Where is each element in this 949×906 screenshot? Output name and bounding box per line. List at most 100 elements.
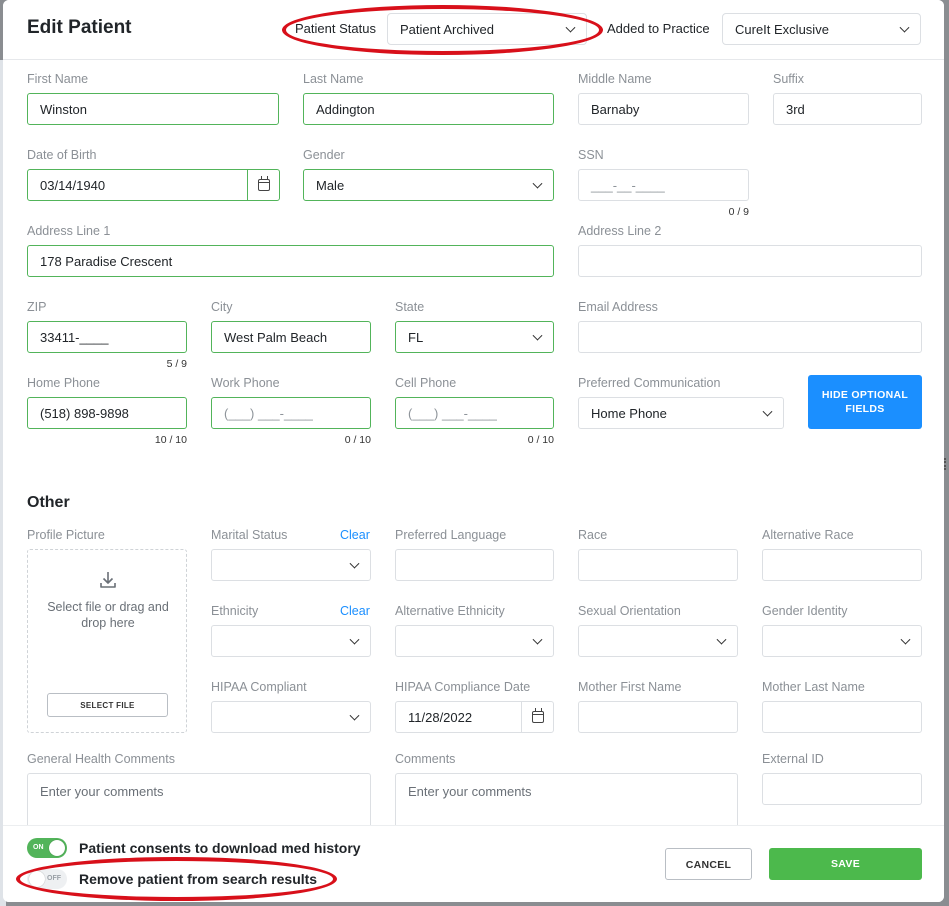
calendar-icon xyxy=(257,176,270,191)
state-select[interactable]: FL xyxy=(395,321,554,353)
ethnicity-clear-link[interactable]: Clear xyxy=(340,604,370,618)
toggle-knob xyxy=(49,840,65,856)
hipaa-compliant-label: HIPAA Compliant xyxy=(211,680,307,694)
ethnicity-label: Ethnicity xyxy=(211,604,259,618)
zip-counter: 5 / 9 xyxy=(166,358,187,370)
chevron-down-icon xyxy=(716,634,727,645)
marital-status-select[interactable] xyxy=(211,549,371,581)
hipaa-date-input[interactable]: 11/28/2022 xyxy=(395,701,554,733)
remove-from-search-toggle[interactable]: OFF xyxy=(27,869,67,889)
chevron-down-icon xyxy=(532,330,543,341)
pref-comm-value: Home Phone xyxy=(591,406,667,421)
suffix-label: Suffix xyxy=(773,72,805,86)
middle-name-label: Middle Name xyxy=(578,72,652,86)
marital-status-clear-link[interactable]: Clear xyxy=(340,528,370,542)
address2-label: Address Line 2 xyxy=(578,224,662,238)
ssn-label: SSN xyxy=(578,148,604,162)
pref-comm-label: Preferred Communication xyxy=(578,376,721,390)
cancel-button[interactable]: CANCEL xyxy=(665,848,752,880)
dob-value: 03/14/1940 xyxy=(40,178,106,193)
ssn-input[interactable]: ___-__-____ xyxy=(578,169,749,201)
comments-textarea[interactable]: Enter your comments xyxy=(395,773,738,833)
city-label: City xyxy=(211,300,233,314)
chevron-down-icon xyxy=(762,406,773,417)
chevron-down-icon xyxy=(532,634,543,645)
calendar-button[interactable] xyxy=(247,170,279,200)
zip-label: ZIP xyxy=(27,300,47,314)
added-to-practice-value: CureIt Exclusive xyxy=(735,22,829,37)
home-phone-input[interactable]: (518) 898-9898 xyxy=(27,397,187,429)
alternative-race-input[interactable] xyxy=(762,549,922,581)
mother-first-name-input[interactable] xyxy=(578,701,738,733)
alternative-ethnicity-select[interactable] xyxy=(395,625,554,657)
work-phone-input[interactable]: (___) ___-____ xyxy=(211,397,371,429)
state-value: FL xyxy=(408,330,424,345)
save-button[interactable]: SAVE xyxy=(769,848,922,880)
state-label: State xyxy=(395,300,425,314)
zip-input[interactable]: 33411-____ xyxy=(27,321,187,353)
preferred-language-label: Preferred Language xyxy=(395,528,507,542)
email-input[interactable] xyxy=(578,321,922,353)
address1-label: Address Line 1 xyxy=(27,224,111,238)
cell-phone-input[interactable]: (___) ___-____ xyxy=(395,397,554,429)
work-phone-label: Work Phone xyxy=(211,376,280,390)
comments-label: Comments xyxy=(395,752,456,766)
gender-select[interactable]: Male xyxy=(303,169,554,201)
preferred-language-input[interactable] xyxy=(395,549,554,581)
added-to-practice-select[interactable]: CureIt Exclusive xyxy=(722,13,921,45)
patient-status-select[interactable]: Patient Archived xyxy=(387,13,587,45)
hipaa-date-value: 11/28/2022 xyxy=(408,710,473,725)
chevron-down-icon xyxy=(900,634,911,645)
mother-last-name-input[interactable] xyxy=(762,701,922,733)
ssn-counter: 0 / 9 xyxy=(728,206,749,218)
address1-input[interactable]: 178 Paradise Crescent xyxy=(27,245,554,277)
download-icon xyxy=(100,572,116,588)
profile-picture-dropzone[interactable]: Select file or drag and drop here SELECT… xyxy=(27,549,187,733)
chevron-down-icon xyxy=(899,22,910,33)
modal-title: Edit Patient xyxy=(27,17,132,38)
city-input[interactable]: West Palm Beach xyxy=(211,321,371,353)
modal-header: Edit Patient Patient Status Patient Arch… xyxy=(3,0,944,60)
race-input[interactable] xyxy=(578,549,738,581)
ethnicity-select[interactable] xyxy=(211,625,371,657)
gender-identity-label: Gender Identity xyxy=(762,604,848,618)
dob-label: Date of Birth xyxy=(27,148,97,162)
upload-instructions: Select file or drag and drop here xyxy=(47,600,169,630)
work-phone-counter: 0 / 10 xyxy=(344,434,371,446)
dob-input[interactable]: 03/14/1940 xyxy=(27,169,280,201)
select-file-button[interactable]: SELECT FILE xyxy=(47,693,168,717)
address2-input[interactable] xyxy=(578,245,922,277)
hide-optional-fields-button[interactable]: HIDE OPTIONAL FIELDS xyxy=(808,375,922,429)
gender-value: Male xyxy=(316,178,345,193)
hipaa-date-label: HIPAA Compliance Date xyxy=(395,680,531,694)
gender-identity-select[interactable] xyxy=(762,625,922,657)
toggle-knob xyxy=(29,871,45,887)
marital-status-label: Marital Status xyxy=(211,528,288,542)
external-id-input[interactable] xyxy=(762,773,922,805)
hipaa-compliant-select[interactable] xyxy=(211,701,371,733)
last-name-input[interactable]: Addington xyxy=(303,93,554,125)
profile-picture-label: Profile Picture xyxy=(27,528,105,542)
added-to-practice-label: Added to Practice xyxy=(607,21,710,36)
remove-from-search-label: Remove patient from search results xyxy=(79,871,318,887)
first-name-input[interactable]: Winston xyxy=(27,93,279,125)
middle-name-input[interactable]: Barnaby xyxy=(578,93,749,125)
general-health-comments-textarea[interactable]: Enter your comments xyxy=(27,773,371,833)
consent-toggle[interactable]: ON xyxy=(27,838,67,858)
drag-handle xyxy=(944,458,947,470)
race-label: Race xyxy=(578,528,608,542)
suffix-input[interactable]: 3rd xyxy=(773,93,922,125)
home-phone-label: Home Phone xyxy=(27,376,100,390)
pref-comm-select[interactable]: Home Phone xyxy=(578,397,784,429)
patient-status-label: Patient Status xyxy=(295,21,376,36)
first-name-label: First Name xyxy=(27,72,89,86)
mother-last-name-label: Mother Last Name xyxy=(762,680,865,694)
general-health-comments-label: General Health Comments xyxy=(27,752,175,766)
calendar-button[interactable] xyxy=(521,702,553,732)
home-phone-counter: 10 / 10 xyxy=(154,434,187,446)
sexual-orientation-select[interactable] xyxy=(578,625,738,657)
chevron-down-icon xyxy=(349,710,360,721)
chevron-down-icon xyxy=(565,22,576,33)
chevron-down-icon xyxy=(532,178,543,189)
chevron-down-icon xyxy=(349,558,360,569)
